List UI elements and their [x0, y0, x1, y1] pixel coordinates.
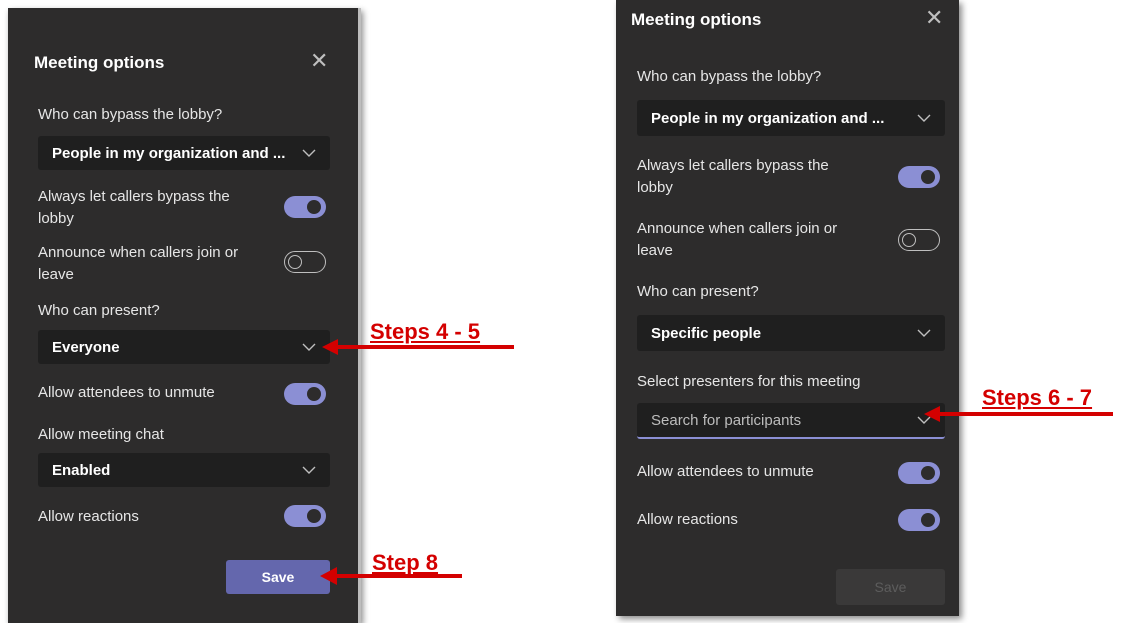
annotation-step-8: Step 8: [372, 550, 439, 575]
annotation-steps-4-5: Steps 4 - 5: [370, 319, 481, 344]
annotation-steps-6-7: Steps 6 - 7: [982, 385, 1093, 410]
annotation-arrows: [320, 339, 1113, 585]
